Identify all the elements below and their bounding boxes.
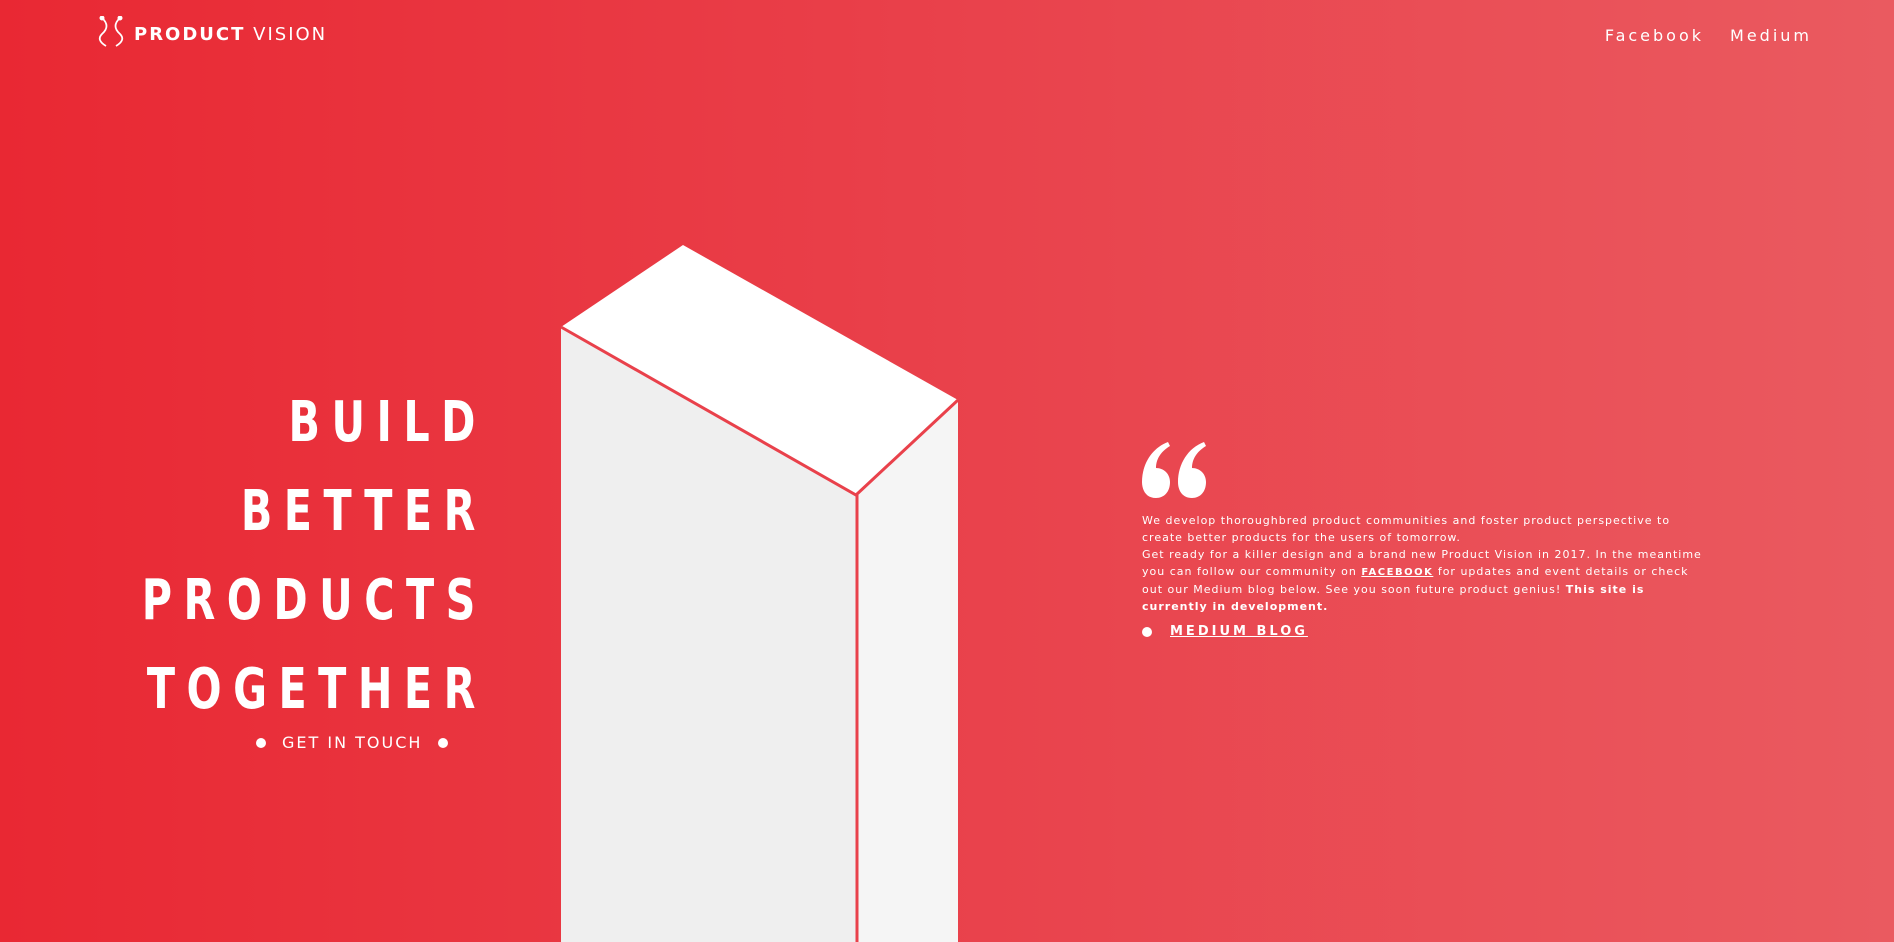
medium-blog-link-row: MEDIUM BLOG xyxy=(1142,624,1308,639)
get-in-touch-label: GET IN TOUCH xyxy=(282,733,423,752)
hero-headline: BUILD BETTER PRODUCTS TOGETHER xyxy=(142,378,487,734)
about-paragraph-2: Get ready for a killer design and a bran… xyxy=(1142,548,1702,613)
bullet-dot-icon xyxy=(1142,626,1152,637)
headline-line-products: PRODUCTS xyxy=(141,568,487,633)
bullet-dot-icon xyxy=(256,737,266,748)
headline-line-build: BUILD xyxy=(288,390,487,455)
bullet-dot-icon xyxy=(438,737,449,748)
headline-line-better: BETTER xyxy=(240,479,487,544)
get-in-touch-button[interactable]: GET IN TOUCH xyxy=(256,733,449,752)
medium-blog-link[interactable]: MEDIUM BLOG xyxy=(1170,624,1308,639)
about-text: We develop thoroughbred product communit… xyxy=(1142,512,1714,615)
facebook-inline-link[interactable]: FACEBOOK xyxy=(1361,567,1433,578)
quote-icon xyxy=(1142,442,1206,498)
about-paragraph-1: We develop thoroughbred product communit… xyxy=(1142,514,1671,544)
headline-line-together: TOGETHER xyxy=(146,657,487,722)
